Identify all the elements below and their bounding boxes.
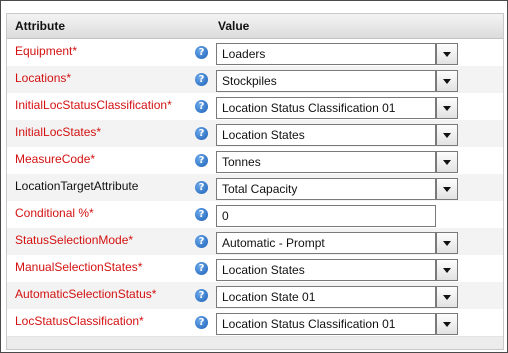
chevron-down-icon[interactable] [436, 124, 458, 146]
help-icon[interactable]: ? [195, 127, 208, 140]
chevron-down-icon[interactable] [436, 43, 458, 65]
automatic-selection-status-select[interactable]: Location State 01 [216, 286, 458, 308]
help-icon[interactable]: ? [195, 262, 208, 275]
help-icon[interactable]: ? [195, 208, 208, 221]
attribute-label: MeasureCode* [15, 152, 96, 166]
equipment-select[interactable]: Loaders [216, 43, 458, 65]
select-value: Automatic - Prompt [222, 236, 325, 250]
help-icon[interactable]: ? [195, 289, 208, 302]
attribute-label: Locations* [15, 71, 72, 85]
attribute-label: AutomaticSelectionStatus* [15, 287, 157, 301]
select-value: Location Status Classification 01 [222, 101, 396, 115]
help-icon[interactable]: ? [195, 100, 208, 113]
input-value: 0 [222, 209, 229, 223]
initial-loc-status-classification-select[interactable]: Location Status Classification 01 [216, 97, 458, 119]
measure-code-select[interactable]: Tonnes [216, 151, 458, 173]
attribute-label: LocationTargetAttribute [15, 179, 139, 193]
row-loc-status-classification: LocStatusClassification* ? Location Stat… [7, 309, 503, 337]
conditional-percent-input[interactable]: 0 [216, 205, 436, 227]
attribute-label: LocStatusClassification* [15, 314, 144, 328]
attribute-label: ManualSelectionStates* [15, 260, 143, 274]
chevron-down-icon[interactable] [436, 232, 458, 254]
select-value: Total Capacity [222, 182, 298, 196]
chevron-down-icon[interactable] [436, 70, 458, 92]
select-value: Loaders [222, 47, 266, 61]
help-icon[interactable]: ? [195, 154, 208, 167]
value-column-header: Value [218, 19, 250, 33]
table-header: Attribute Value [7, 14, 503, 39]
attribute-table: Attribute Value Equipment* ? Loaders Loc… [6, 13, 504, 350]
attribute-label: Equipment* [15, 44, 78, 58]
help-icon[interactable]: ? [195, 46, 208, 59]
status-selection-mode-select[interactable]: Automatic - Prompt [216, 232, 458, 254]
attribute-label: InitialLocStates* [15, 125, 102, 139]
attribute-label: StatusSelectionMode* [15, 233, 134, 247]
select-value: Stockpiles [222, 74, 277, 88]
chevron-down-icon[interactable] [436, 97, 458, 119]
help-icon[interactable]: ? [195, 316, 208, 329]
row-initial-loc-states: InitialLocStates* ? Location States [7, 120, 503, 148]
help-icon[interactable]: ? [195, 73, 208, 86]
select-value: Location State 01 [222, 290, 316, 304]
row-status-selection-mode: StatusSelectionMode* ? Automatic - Promp… [7, 228, 503, 256]
row-manual-selection-states: ManualSelectionStates* ? Location States [7, 255, 503, 283]
row-equipment: Equipment* ? Loaders [7, 39, 503, 67]
select-value: Location Status Classification 01 [222, 317, 396, 331]
initial-loc-states-select[interactable]: Location States [216, 124, 458, 146]
locations-select[interactable]: Stockpiles [216, 70, 458, 92]
attribute-label: Conditional %* [15, 206, 94, 220]
select-value: Location States [222, 263, 305, 277]
location-target-attribute-select[interactable]: Total Capacity [216, 178, 458, 200]
attribute-column-header: Attribute [15, 19, 65, 33]
select-value: Tonnes [222, 155, 261, 169]
chevron-down-icon[interactable] [436, 286, 458, 308]
manual-selection-states-select[interactable]: Location States [216, 259, 458, 281]
select-value: Location States [222, 128, 305, 142]
chevron-down-icon[interactable] [436, 151, 458, 173]
row-locations: Locations* ? Stockpiles [7, 66, 503, 94]
row-initial-loc-status-classification: InitialLocStatusClassification* ? Locati… [7, 93, 503, 121]
chevron-down-icon[interactable] [436, 313, 458, 335]
help-icon[interactable]: ? [195, 181, 208, 194]
help-icon[interactable]: ? [195, 235, 208, 248]
row-location-target-attribute: LocationTargetAttribute ? Total Capacity [7, 174, 503, 202]
row-conditional-percent: Conditional %* ? 0 [7, 201, 503, 229]
chevron-down-icon[interactable] [436, 178, 458, 200]
chevron-down-icon[interactable] [436, 259, 458, 281]
row-measure-code: MeasureCode* ? Tonnes [7, 147, 503, 175]
loc-status-classification-select[interactable]: Location Status Classification 01 [216, 313, 458, 335]
attribute-label: InitialLocStatusClassification* [15, 98, 172, 112]
row-automatic-selection-status: AutomaticSelectionStatus* ? Location Sta… [7, 282, 503, 310]
attribute-editor-window: Attribute Value Equipment* ? Loaders Loc… [0, 0, 508, 353]
